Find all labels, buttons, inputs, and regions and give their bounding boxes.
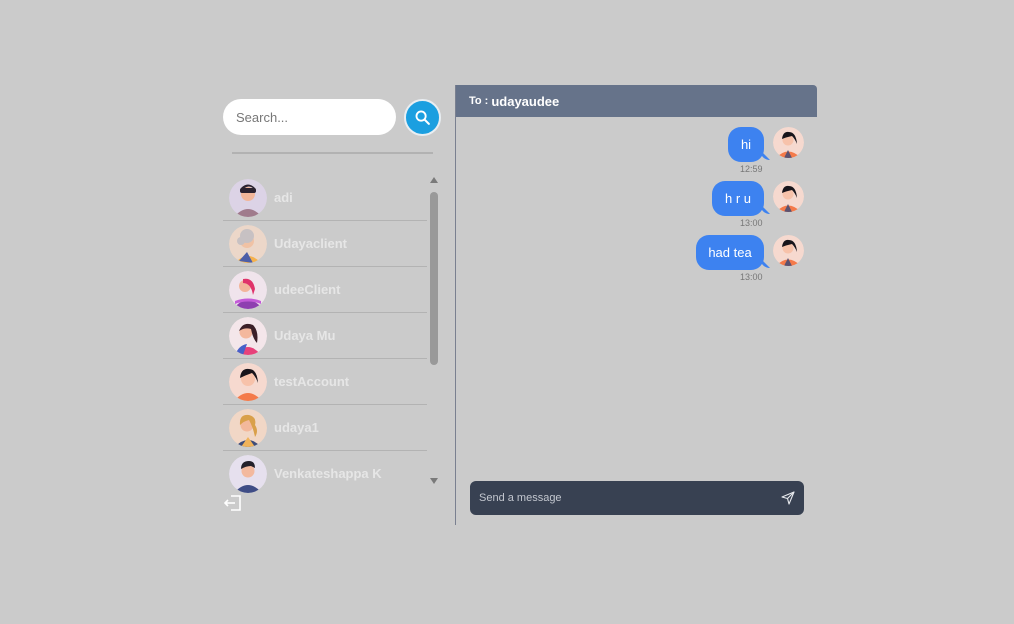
- contact-item[interactable]: Udayaclient: [223, 221, 427, 267]
- send-icon[interactable]: [781, 491, 795, 505]
- search-icon: [415, 110, 430, 125]
- contact-name: Udayaclient: [274, 236, 347, 251]
- search-input[interactable]: [223, 99, 396, 135]
- avatar: [229, 178, 267, 217]
- contact-name: adi: [274, 190, 293, 205]
- avatar: [229, 224, 267, 263]
- message-time: 13:00: [740, 272, 763, 282]
- message-time: 12:59: [740, 164, 763, 174]
- to-label: To :: [469, 95, 489, 107]
- avatar: [229, 316, 267, 355]
- message: hi: [728, 127, 804, 162]
- sender-avatar: [773, 181, 804, 212]
- contact-item[interactable]: adi: [223, 175, 427, 221]
- message-input[interactable]: [470, 481, 770, 515]
- scrollbar-thumb[interactable]: [430, 192, 438, 365]
- sender-avatar: [773, 235, 804, 266]
- search-divider: [232, 152, 433, 154]
- contact-name: udeeClient: [274, 282, 341, 297]
- contact-name: udaya1: [274, 420, 319, 435]
- message-bubble: had tea: [696, 235, 764, 270]
- message-composer: [470, 481, 804, 515]
- message-bubble: hi: [728, 127, 764, 162]
- search-button[interactable]: [404, 99, 441, 136]
- recipient-name: udayaudee: [491, 93, 560, 109]
- contact-item[interactable]: udeeClient: [223, 267, 427, 313]
- sender-avatar: [773, 127, 804, 158]
- contact-name: testAccount: [274, 374, 350, 389]
- avatar: [229, 270, 267, 309]
- scroll-down-arrow[interactable]: [430, 478, 438, 484]
- contact-name: Udaya Mu: [274, 328, 336, 343]
- scroll-up-arrow[interactable]: [430, 177, 438, 183]
- contact-item[interactable]: Udaya Mu: [223, 313, 427, 359]
- contact-item[interactable]: Venkateshappa K: [223, 451, 427, 493]
- message: h r u: [712, 181, 804, 216]
- message: had tea: [696, 235, 804, 270]
- logout-icon[interactable]: [224, 494, 242, 512]
- contact-item[interactable]: udaya1: [223, 405, 427, 451]
- message-time: 13:00: [740, 218, 763, 228]
- chat-header: To : udayaudee: [456, 85, 817, 117]
- message-bubble: h r u: [712, 181, 764, 216]
- contact-name: Venkateshappa K: [274, 466, 382, 481]
- avatar: [229, 454, 267, 493]
- contact-item[interactable]: testAccount: [223, 359, 427, 405]
- avatar: [229, 408, 267, 447]
- chat-panel: To : udayaudee hi 12:59 h r u 13:00 had …: [455, 85, 817, 525]
- contact-list[interactable]: adi Udayaclient udeeClient Udaya Mu test…: [223, 175, 427, 493]
- avatar: [229, 362, 267, 401]
